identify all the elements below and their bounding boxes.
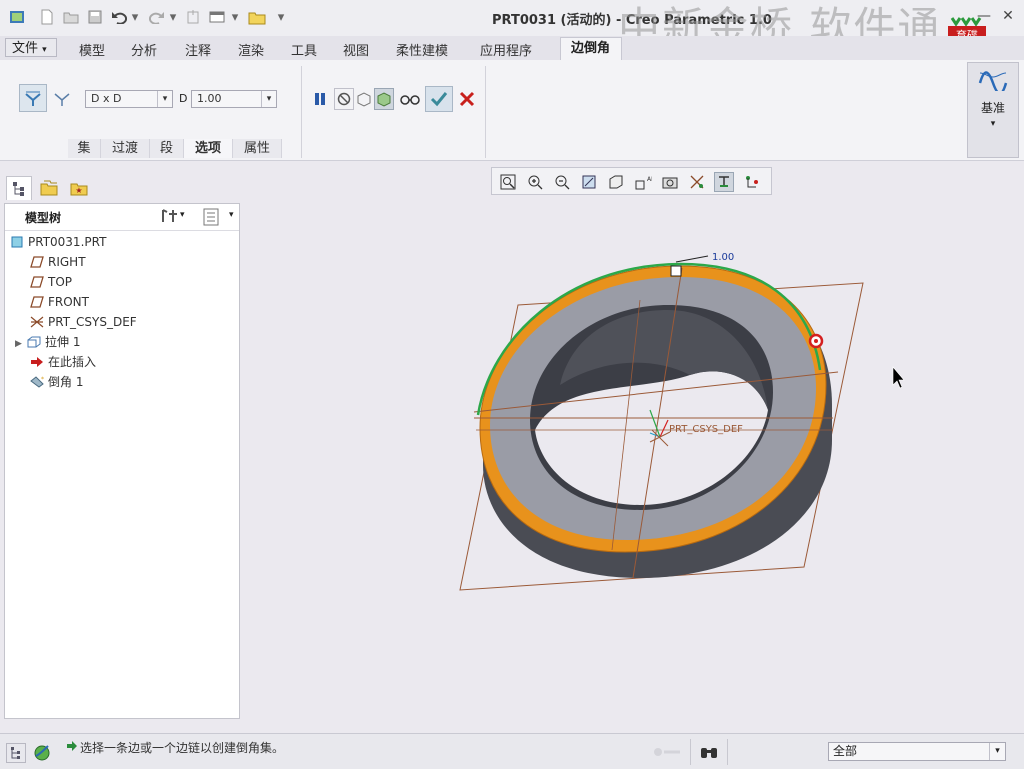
graphics-viewport[interactable]: 1.00 PRT_CSYS_DEF xyxy=(0,0,1024,768)
selection-filter-select[interactable]: 全部 ▾ xyxy=(828,742,1006,761)
mouse-cursor-icon xyxy=(892,366,905,389)
progress-indicator-icon xyxy=(652,746,682,760)
dimension-leader xyxy=(675,255,709,263)
selection-filter-value: 全部 xyxy=(833,744,858,758)
dimension-value[interactable]: 1.00 xyxy=(712,252,734,263)
message-arrow-icon xyxy=(66,740,78,755)
find-binoculars-icon[interactable] xyxy=(690,739,728,765)
toggle-navigator-icon[interactable] xyxy=(6,743,26,763)
toggle-browser-icon[interactable] xyxy=(32,743,52,763)
csys-label: PRT_CSYS_DEF xyxy=(669,424,743,435)
status-bar: 选择一条边或一个边链以创建倒角集。 全部 ▾ xyxy=(0,733,1024,769)
dimension-handle-icon[interactable] xyxy=(670,265,682,277)
status-message: 选择一条边或一个边链以创建倒角集。 xyxy=(80,741,285,755)
chevron-down-icon: ▾ xyxy=(989,743,1005,760)
